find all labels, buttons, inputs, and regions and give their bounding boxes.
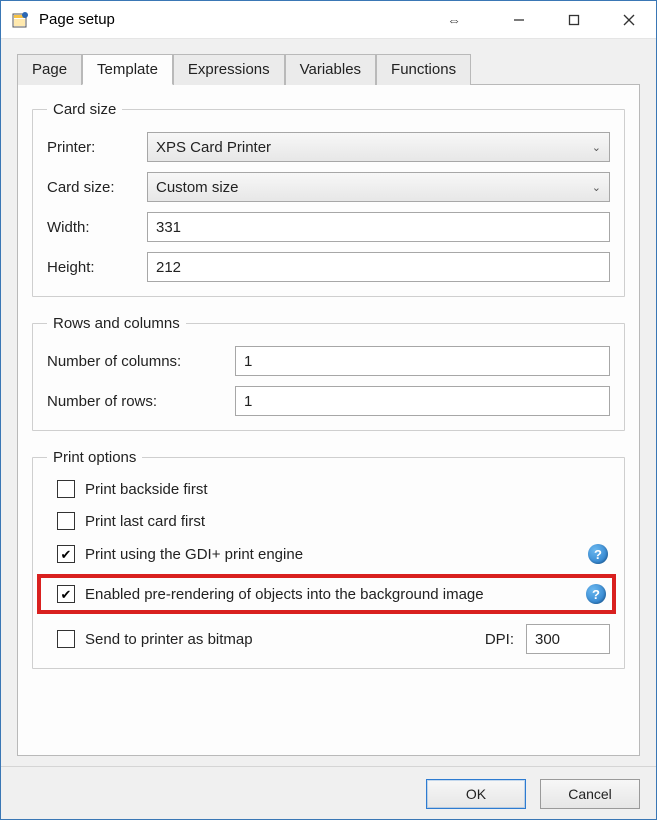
columns-input[interactable] — [235, 346, 610, 376]
tab-template[interactable]: Template — [82, 54, 173, 85]
window-title: Page setup — [39, 11, 115, 28]
window-controls — [491, 1, 656, 38]
help-icon[interactable]: ? — [586, 584, 606, 604]
checkbox-backside-first[interactable] — [57, 480, 75, 498]
label-backside-first: Print backside first — [85, 481, 208, 498]
client-area: Page Template Expressions Variables Func… — [1, 39, 656, 766]
ok-button[interactable]: OK — [426, 779, 526, 809]
group-rows-columns: Rows and columns Number of columns: Numb… — [32, 315, 625, 431]
height-input[interactable] — [147, 252, 610, 282]
card-size-select-value: Custom size — [156, 179, 239, 196]
highlighted-option: Enabled pre-rendering of objects into th… — [37, 574, 616, 614]
app-icon — [11, 10, 31, 30]
label-last-card-first: Print last card first — [85, 513, 205, 530]
tab-variables[interactable]: Variables — [285, 54, 376, 85]
chevron-down-icon: ⌄ — [592, 141, 601, 154]
tab-panel-template: Card size Printer: XPS Card Printer ⌄ Ca… — [17, 84, 640, 756]
label-columns: Number of columns: — [47, 353, 235, 370]
label-printer: Printer: — [47, 139, 147, 156]
close-button[interactable] — [601, 1, 656, 38]
label-gdi-plus: Print using the GDI+ print engine — [85, 546, 303, 563]
checkbox-last-card-first[interactable] — [57, 512, 75, 530]
legend-rows-columns: Rows and columns — [47, 315, 186, 332]
tab-page[interactable]: Page — [17, 54, 82, 85]
cancel-button[interactable]: Cancel — [540, 779, 640, 809]
printer-select[interactable]: XPS Card Printer ⌄ — [147, 132, 610, 162]
checkbox-prerender[interactable] — [57, 585, 75, 603]
label-width: Width: — [47, 219, 147, 236]
checkbox-send-bitmap[interactable] — [57, 630, 75, 648]
dpi-input[interactable] — [526, 624, 610, 654]
maximize-button[interactable] — [546, 1, 601, 38]
titlebar: Page setup ⇔ — [1, 1, 656, 39]
card-size-select[interactable]: Custom size ⌄ — [147, 172, 610, 202]
group-card-size: Card size Printer: XPS Card Printer ⌄ Ca… — [32, 101, 625, 297]
minimize-button[interactable] — [491, 1, 546, 38]
resize-move-icon[interactable]: ⇔ — [447, 12, 461, 28]
tabstrip: Page Template Expressions Variables Func… — [17, 53, 640, 84]
checkbox-gdi-plus[interactable] — [57, 545, 75, 563]
tab-expressions[interactable]: Expressions — [173, 54, 285, 85]
help-icon[interactable]: ? — [588, 544, 608, 564]
dialog-buttons: OK Cancel — [1, 766, 656, 819]
legend-card-size: Card size — [47, 101, 122, 118]
tab-functions[interactable]: Functions — [376, 54, 471, 85]
printer-select-value: XPS Card Printer — [156, 139, 271, 156]
label-prerender: Enabled pre-rendering of objects into th… — [85, 586, 484, 603]
label-rows: Number of rows: — [47, 393, 235, 410]
label-dpi: DPI: — [485, 631, 514, 648]
label-send-bitmap: Send to printer as bitmap — [85, 631, 253, 648]
group-print-options: Print options Print backside first Print… — [32, 449, 625, 669]
label-card-size: Card size: — [47, 179, 147, 196]
chevron-down-icon: ⌄ — [592, 181, 601, 194]
rows-input[interactable] — [235, 386, 610, 416]
width-input[interactable] — [147, 212, 610, 242]
legend-print-options: Print options — [47, 449, 142, 466]
label-height: Height: — [47, 259, 147, 276]
page-setup-dialog: Page setup ⇔ Page Template Expressions V… — [0, 0, 657, 820]
